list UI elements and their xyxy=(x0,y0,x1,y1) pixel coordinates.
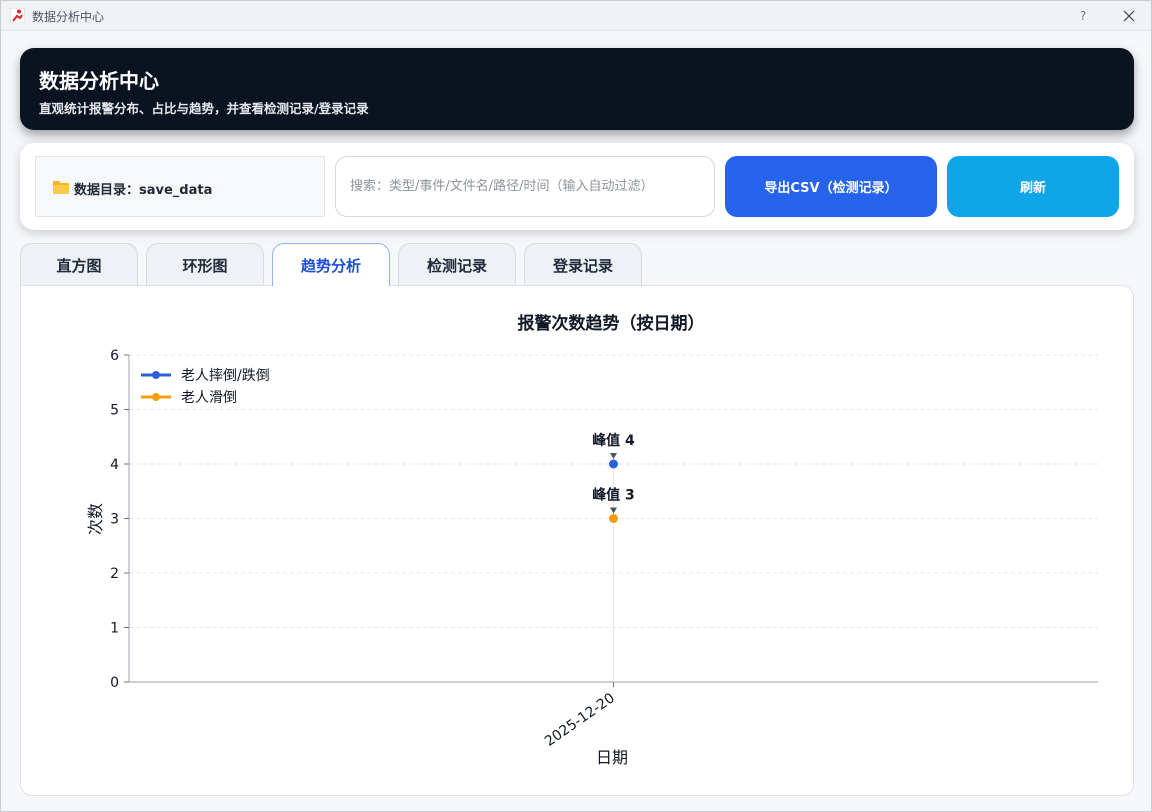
y-tick-label: 1 xyxy=(110,621,119,637)
legend-label: 老人摔倒/跌倒 xyxy=(181,367,270,384)
y-tick-label: 3 xyxy=(110,512,119,528)
peak-annotation: 峰值 3 xyxy=(592,487,635,504)
legend-marker xyxy=(152,371,160,379)
search-input[interactable] xyxy=(335,156,715,217)
chart-title: 报警次数趋势（按日期） xyxy=(518,313,705,334)
legend-marker xyxy=(152,393,160,401)
y-tick-label: 5 xyxy=(110,403,119,419)
app-logo-icon xyxy=(10,8,25,23)
refresh-button[interactable]: 刷新 xyxy=(947,156,1119,217)
export-csv-button[interactable]: 导出CSV（检测记录） xyxy=(725,156,937,217)
trend-panel: 报警次数趋势（按日期） 0123456 2025-12-20 峰值 4 峰值 3 … xyxy=(20,285,1134,796)
app-window: 数据分析中心 ? 数据分析中心 直观统计报警分布、占比与趋势，并查看检测记录/登… xyxy=(0,0,1152,812)
page-title: 数据分析中心 xyxy=(39,69,159,93)
peak-annotation: 峰值 4 xyxy=(592,432,635,449)
tab-histogram[interactable]: 直方图 xyxy=(20,243,138,286)
data-directory-label: 数据目录：save_data xyxy=(74,183,213,198)
close-icon[interactable] xyxy=(1118,6,1140,26)
data-point xyxy=(609,459,618,469)
tab-detection-records[interactable]: 检测记录 xyxy=(398,243,516,286)
page-header: 数据分析中心 直观统计报警分布、占比与趋势，并查看检测记录/登录记录 xyxy=(20,48,1134,130)
data-point xyxy=(609,514,618,523)
window-title: 数据分析中心 xyxy=(32,10,105,24)
tab-donut[interactable]: 环形图 xyxy=(146,243,264,286)
y-axis-label: 次数 xyxy=(86,503,105,535)
help-button[interactable]: ? xyxy=(1073,6,1093,26)
tab-trend[interactable]: 趋势分析 xyxy=(272,243,390,286)
x-tick-label: 2025-12-20 xyxy=(542,690,618,750)
trend-chart: 报警次数趋势（按日期） 0123456 2025-12-20 峰值 4峰值 3 … xyxy=(86,313,1098,767)
toolbar: 数据目录：save_data 导出CSV（检测记录） 刷新 xyxy=(20,143,1134,230)
y-tick-label: 2 xyxy=(110,566,119,582)
peak-arrow xyxy=(610,507,617,514)
title-bar: 数据分析中心 ? xyxy=(1,1,1151,31)
legend-label: 老人滑倒 xyxy=(181,389,237,406)
y-tick-label: 4 xyxy=(110,457,119,473)
page-subtitle: 直观统计报警分布、占比与趋势，并查看检测记录/登录记录 xyxy=(39,101,369,116)
peak-arrow xyxy=(610,453,617,459)
data-directory-box: 数据目录：save_data xyxy=(35,156,325,217)
x-axis-label: 日期 xyxy=(596,748,628,767)
y-tick-label: 6 xyxy=(110,348,119,364)
tab-login-records[interactable]: 登录记录 xyxy=(524,243,642,286)
y-tick-label: 0 xyxy=(110,675,119,691)
folder-icon xyxy=(53,181,69,194)
